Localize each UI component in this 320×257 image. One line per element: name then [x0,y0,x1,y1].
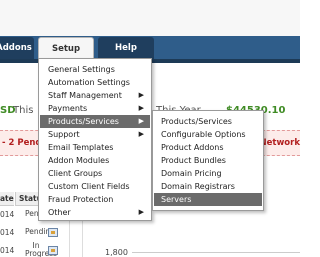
menu-item-label: Payments [48,104,88,113]
menu-item-label: General Settings [48,65,115,74]
submenu-item-domain-registrars[interactable]: Domain Registrars [154,180,262,193]
triangle-right-icon: ▶ [138,91,144,99]
menu-item-other[interactable]: Other ▶ [40,206,150,219]
top-navigation-bar: Addons Setup Help [0,0,300,63]
triangle-right-icon: ▶ [138,117,144,125]
submenu-item-products-services[interactable]: Products/Services [154,115,262,128]
menu-item-label: Staff Management [48,91,122,100]
menu-item-payments[interactable]: Payments ▶ [40,102,150,115]
triangle-right-icon: ▶ [138,104,144,112]
menu-item-label: Addon Modules [48,156,110,165]
menu-item-automation-settings[interactable]: Automation Settings [40,76,150,89]
submenu-item-product-bundles[interactable]: Product Bundles [154,154,262,167]
menu-item-label: Support [48,130,80,139]
table-row-status: In Progress [25,241,58,257]
submenu-item-servers[interactable]: Servers [154,193,262,206]
menu-item-support[interactable]: Support ▶ [40,128,150,141]
menu-item-label: Fraud Protection [48,195,114,204]
column-header-date[interactable]: ate [0,192,14,206]
edit-icon[interactable] [48,246,58,255]
tab-help[interactable]: Help [98,37,154,59]
submenu-item-domain-pricing[interactable]: Domain Pricing [154,167,262,180]
products-services-submenu: Products/Services Configurable Options P… [152,110,264,211]
menu-item-label: Products/Services [48,117,119,126]
graph-gridline [132,252,300,253]
menu-item-label: Automation Settings [48,78,130,87]
stats-this-label: This [13,105,34,116]
table-row-date: 014 [0,246,15,255]
submenu-item-configurable-options[interactable]: Configurable Options [154,128,262,141]
menu-item-email-templates[interactable]: Email Templates [40,141,150,154]
menu-item-general-settings[interactable]: General Settings [40,63,150,76]
table-row-date: 014 [0,210,15,219]
graph-y-tick-label: 1,800 [105,248,128,257]
menu-item-custom-client-fields[interactable]: Custom Client Fields [40,180,150,193]
menu-item-label: Other [48,208,71,217]
triangle-right-icon: ▶ [138,208,144,216]
table-row-status: Pending [25,227,55,236]
triangle-right-icon: ▶ [138,130,144,138]
menu-item-addon-modules[interactable]: Addon Modules [40,154,150,167]
tab-setup[interactable]: Setup [38,37,94,59]
menu-item-label: Client Groups [48,169,103,178]
menu-item-client-groups[interactable]: Client Groups [40,167,150,180]
submenu-item-product-addons[interactable]: Product Addons [154,141,262,154]
edit-icon[interactable] [48,228,58,237]
alert-network-text[interactable]: Network [260,138,300,148]
menu-item-fraud-protection[interactable]: Fraud Protection [40,193,150,206]
alert-text[interactable]: - 2 Pend [2,138,42,148]
menu-item-staff-management[interactable]: Staff Management ▶ [40,89,150,102]
setup-dropdown-menu: General Settings Automation Settings Sta… [38,58,152,221]
menu-item-label: Custom Client Fields [48,182,130,191]
menu-item-products-services[interactable]: Products/Services ▶ [40,115,150,128]
tab-addons[interactable]: Addons [0,37,34,59]
menu-item-label: Email Templates [48,143,114,152]
table-row-date: 014 [0,228,15,237]
